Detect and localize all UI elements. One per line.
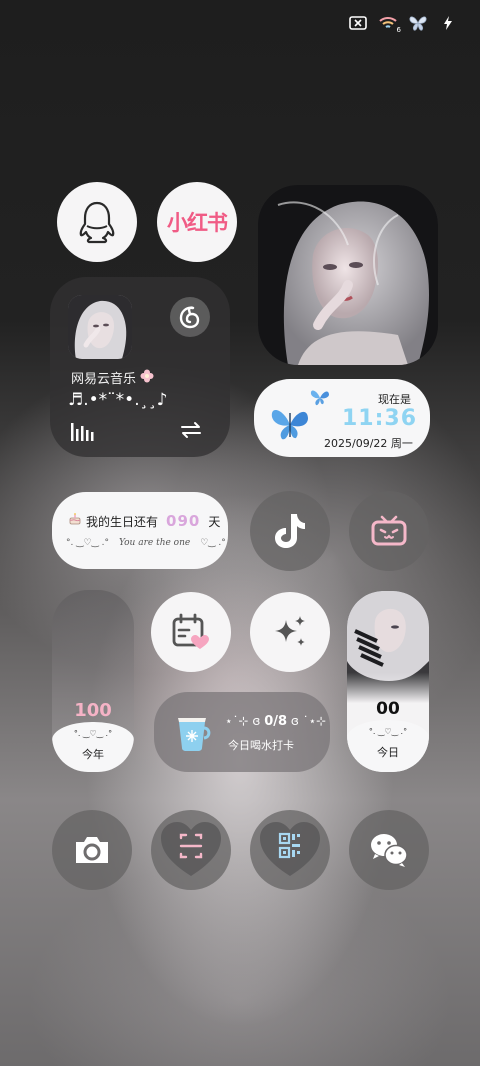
netease-music-button[interactable] (170, 297, 210, 337)
equalizer-icon[interactable] (71, 423, 95, 445)
time-widget-label: 现在是 (378, 393, 411, 406)
today-label: 今日 (377, 746, 399, 759)
blue-butterfly-icon (268, 403, 312, 447)
bilibili-tv-icon (371, 515, 407, 546)
charging-icon (438, 13, 458, 33)
birthday-suffix: 天 (208, 515, 221, 529)
year-caption: °. ‿♡‿ .° 今年 (52, 722, 134, 772)
penguin-icon (79, 201, 115, 244)
birthday-deco-left: °. ‿♡‿ .° (66, 538, 109, 548)
year-count: 100 (74, 700, 112, 721)
birthday-prefix: 我的生日还有 (86, 515, 159, 529)
camera-icon (76, 837, 108, 863)
water-count: 0/8 (264, 714, 288, 729)
water-count-line: ⋆˙⊹ ɞ 0/8 ɞ ˙⋆⊹ (225, 714, 326, 729)
coffee-cup-icon (174, 712, 214, 756)
portrait-image (258, 185, 438, 365)
year-deco: °. ‿♡‿ .° (73, 729, 113, 738)
status-bar: 6 (348, 10, 458, 36)
music-widget[interactable]: 网易云音乐 ♬.•*¨*•.¸¸♪ (50, 277, 230, 457)
wechat-app-icon[interactable] (349, 810, 429, 890)
today-count: 00 (376, 699, 400, 719)
birthday-countdown-widget[interactable]: 我的生日还有 090 天 °. ‿♡‿ .° You are the one ♡… (52, 492, 228, 569)
today-deco: °. ‿♡‿ .° (368, 727, 408, 736)
time-widget[interactable]: 现在是 11:36 2025/09/22 周一 (254, 379, 430, 457)
water-deco-right: ɞ ˙⋆⊹ (290, 714, 327, 728)
music-title-text: 网易云音乐 (71, 372, 137, 387)
switch-icon[interactable] (180, 420, 202, 444)
sim-off-icon (348, 13, 368, 33)
scan-app-icon[interactable] (151, 810, 231, 890)
xiaohongshu-label: 小红书 (167, 211, 228, 235)
sparkle-app-icon[interactable] (250, 592, 330, 672)
today-widget[interactable]: 00 °. ‿♡‿ .° 今日 (347, 591, 429, 772)
netease-music-icon (179, 306, 200, 329)
wifi-icon: 6 (378, 13, 401, 34)
birthday-script-text: You are the one (118, 538, 191, 548)
wifi-label: 6 (396, 26, 401, 34)
year-label: 今年 (82, 748, 104, 761)
cake-icon (68, 512, 82, 529)
calendar-heart-app-icon[interactable] (151, 592, 231, 672)
music-lyrics-decoration: ♬.•*¨*•.¸¸♪ (68, 390, 168, 410)
music-app-title: 网易云音乐 (71, 368, 154, 387)
small-butterfly-icon (309, 387, 331, 411)
wechat-icon (371, 834, 408, 867)
year-widget[interactable]: 100 °. ‿♡‿ .° 今年 (52, 590, 134, 772)
photo-widget-portrait[interactable] (258, 185, 438, 365)
camera-app-icon[interactable] (52, 810, 132, 890)
birthday-days-count: 090 (166, 512, 201, 530)
sparkle-icon (275, 616, 305, 646)
heart-scan-icon (161, 822, 221, 876)
xiaohongshu-app-icon[interactable]: 小红书 (157, 182, 237, 262)
qq-app-icon[interactable] (57, 182, 137, 262)
qrcode-app-icon[interactable] (250, 810, 330, 890)
album-cover (68, 295, 132, 359)
flower-icon (140, 369, 154, 387)
tiktok-note-icon (275, 514, 305, 548)
current-date: 2025/09/22 周一 (324, 437, 413, 450)
calendar-heart-icon (172, 613, 209, 649)
water-tracker-widget[interactable]: ⋆˙⊹ ɞ 0/8 ɞ ˙⋆⊹ 今日喝水打卡 (154, 692, 330, 772)
album-cover-image (68, 295, 132, 359)
heart-qrcode-icon (260, 822, 320, 876)
today-caption: °. ‿♡‿ .° 今日 (347, 720, 429, 772)
birthday-deco-right: ♡‿ .° (200, 538, 226, 548)
douyin-app-icon[interactable] (250, 491, 330, 571)
butterfly-icon (408, 13, 428, 33)
current-time: 11:36 (342, 406, 418, 431)
water-label: 今日喝水打卡 (228, 739, 294, 752)
water-deco-left: ⋆˙⊹ ɞ (225, 714, 261, 728)
bilibili-app-icon[interactable] (349, 491, 429, 571)
